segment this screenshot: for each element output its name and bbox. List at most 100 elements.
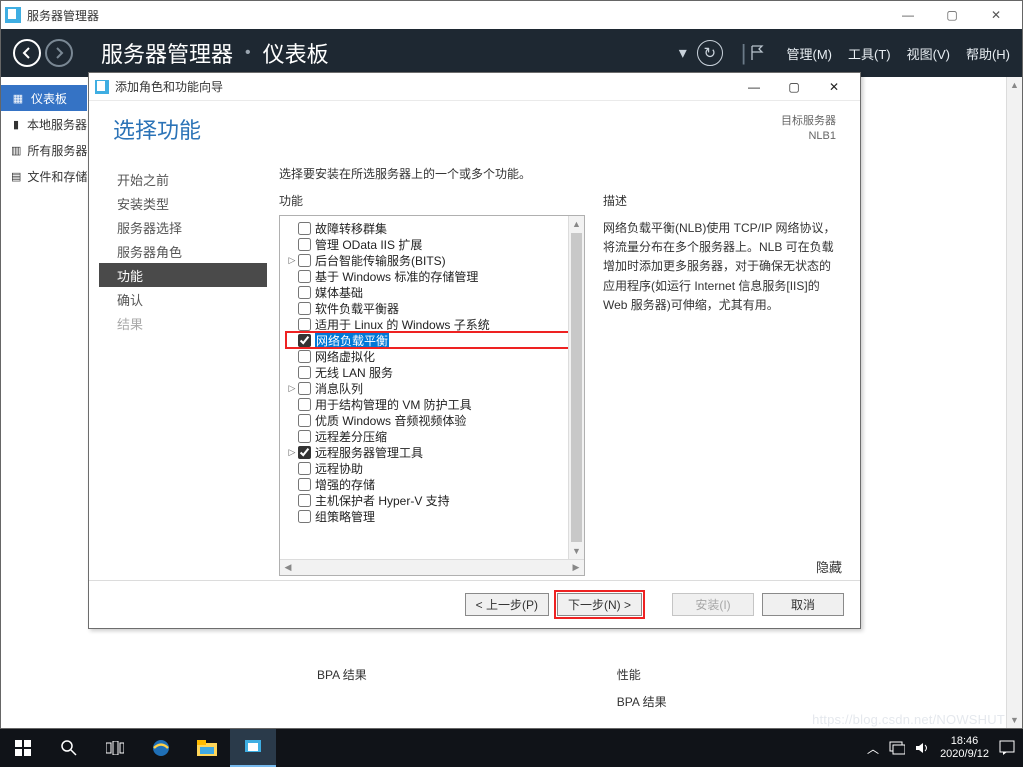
wizard-step[interactable]: 安装类型 bbox=[109, 191, 267, 215]
start-button[interactable] bbox=[0, 729, 46, 767]
wizard-prev-button[interactable]: < 上一步(P) bbox=[465, 593, 549, 616]
feature-item[interactable]: 媒体基础 bbox=[286, 284, 584, 300]
feature-checkbox[interactable] bbox=[298, 446, 311, 459]
feature-item[interactable]: ▷ 消息队列 bbox=[286, 380, 584, 396]
taskbar-clock[interactable]: 18:46 2020/9/12 bbox=[940, 735, 989, 760]
wizard-step[interactable]: 功能 bbox=[99, 263, 267, 287]
sidebar-item-local-server[interactable]: ▮ 本地服务器 bbox=[1, 111, 87, 137]
scroll-right-icon[interactable]: ▶ bbox=[568, 560, 584, 575]
feature-checkbox[interactable] bbox=[298, 430, 311, 443]
content-vertical-scrollbar[interactable]: ▲ ▼ bbox=[1006, 77, 1022, 728]
menu-help[interactable]: 帮助(H) bbox=[966, 44, 1010, 63]
outer-window-titlebar: 服务器管理器 — ▢ ✕ bbox=[1, 1, 1022, 29]
scroll-down-icon[interactable]: ▼ bbox=[569, 543, 584, 559]
menu-manage[interactable]: 管理(M) bbox=[787, 44, 833, 63]
feature-checkbox[interactable] bbox=[298, 382, 311, 395]
outer-maximize-button[interactable]: ▢ bbox=[930, 1, 974, 29]
wizard-step[interactable]: 服务器角色 bbox=[109, 239, 267, 263]
expander-icon[interactable]: ▷ bbox=[286, 447, 298, 458]
taskbar-date: 2020/9/12 bbox=[940, 748, 989, 761]
feature-item[interactable]: 用于结构管理的 VM 防护工具 bbox=[286, 396, 584, 412]
scroll-up-icon[interactable]: ▲ bbox=[569, 216, 584, 232]
sidebar-item-dashboard[interactable]: ▦ 仪表板 bbox=[1, 85, 87, 111]
wizard-next-button[interactable]: 下一步(N) > bbox=[557, 593, 642, 616]
menu-view[interactable]: 视图(V) bbox=[907, 44, 950, 63]
feature-label: 消息队列 bbox=[315, 380, 363, 397]
sidebar-item-label: 文件和存储服务 bbox=[27, 168, 87, 185]
taskbar-explorer-icon[interactable] bbox=[184, 729, 230, 767]
feature-label: 软件负载平衡器 bbox=[315, 300, 399, 317]
taskbar-server-manager-icon[interactable] bbox=[230, 729, 276, 767]
tray-chevron-up-icon[interactable]: ︿ bbox=[867, 740, 879, 757]
scroll-down-icon[interactable]: ▼ bbox=[1007, 712, 1022, 728]
breadcrumb-page[interactable]: 仪表板 bbox=[263, 37, 329, 69]
refresh-button[interactable]: ↻ bbox=[697, 40, 723, 66]
breadcrumb-root[interactable]: 服务器管理器 bbox=[101, 37, 233, 69]
wizard-step[interactable]: 开始之前 bbox=[109, 167, 267, 191]
feature-checkbox[interactable] bbox=[298, 366, 311, 379]
features-vertical-scrollbar[interactable]: ▲ ▼ bbox=[568, 216, 584, 559]
menu-tools[interactable]: 工具(T) bbox=[848, 44, 891, 63]
feature-item[interactable]: 无线 LAN 服务 bbox=[286, 364, 584, 380]
tray-volume-icon[interactable] bbox=[915, 741, 930, 755]
feature-checkbox[interactable] bbox=[298, 478, 311, 491]
wizard-close-button[interactable]: ✕ bbox=[814, 73, 854, 101]
feature-checkbox[interactable] bbox=[298, 494, 311, 507]
feature-item[interactable]: 网络虚拟化 bbox=[286, 348, 584, 364]
feature-item[interactable]: ▷后台智能传输服务(BITS) bbox=[286, 252, 584, 268]
notifications-flag-icon[interactable] bbox=[749, 43, 771, 63]
feature-checkbox[interactable] bbox=[298, 398, 311, 411]
feature-checkbox[interactable] bbox=[298, 318, 311, 331]
dropdown-icon[interactable]: ▾ bbox=[679, 43, 687, 63]
feature-item[interactable]: 远程差分压缩 bbox=[286, 428, 584, 444]
tray-network-icon[interactable] bbox=[889, 741, 905, 755]
taskbar-ie-icon[interactable] bbox=[138, 729, 184, 767]
outer-close-button[interactable]: ✕ bbox=[974, 1, 1018, 29]
expander-icon[interactable]: ▷ bbox=[286, 383, 298, 394]
nav-forward-button[interactable] bbox=[45, 39, 73, 67]
expander-icon[interactable]: ▷ bbox=[286, 255, 298, 266]
wizard-minimize-button[interactable]: — bbox=[734, 73, 774, 101]
feature-checkbox[interactable] bbox=[298, 238, 311, 251]
feature-label: 主机保护者 Hyper-V 支持 bbox=[315, 492, 450, 509]
outer-minimize-button[interactable]: — bbox=[886, 1, 930, 29]
feature-item[interactable]: 故障转移群集 bbox=[286, 220, 584, 236]
wizard-cancel-button[interactable]: 取消 bbox=[762, 593, 844, 616]
feature-item[interactable]: 网络负载平衡 bbox=[286, 332, 584, 348]
feature-item[interactable]: 组策略管理 bbox=[286, 508, 584, 524]
features-horizontal-scrollbar[interactable]: ◀ ▶ bbox=[280, 559, 584, 575]
feature-checkbox[interactable] bbox=[298, 462, 311, 475]
feature-checkbox[interactable] bbox=[298, 334, 311, 347]
feature-item[interactable]: 管理 OData IIS 扩展 bbox=[286, 236, 584, 252]
hide-button[interactable]: 隐藏 bbox=[816, 557, 842, 576]
feature-item[interactable]: 优质 Windows 音频视频体验 bbox=[286, 412, 584, 428]
sidebar-item-file-storage[interactable]: ▤ 文件和存储服务 bbox=[1, 163, 87, 189]
feature-item[interactable]: ▷远程服务器管理工具 bbox=[286, 444, 584, 460]
feature-item[interactable]: 适用于 Linux 的 Windows 子系统 bbox=[286, 316, 584, 332]
search-button[interactable] bbox=[46, 729, 92, 767]
tray-action-center-icon[interactable] bbox=[999, 740, 1015, 756]
feature-item[interactable]: 增强的存储 bbox=[286, 476, 584, 492]
nav-back-button[interactable] bbox=[13, 39, 41, 67]
feature-checkbox[interactable] bbox=[298, 286, 311, 299]
feature-checkbox[interactable] bbox=[298, 350, 311, 363]
wizard-step[interactable]: 确认 bbox=[109, 287, 267, 311]
feature-checkbox[interactable] bbox=[298, 254, 311, 267]
feature-item[interactable]: 基于 Windows 标准的存储管理 bbox=[286, 268, 584, 284]
feature-description: 网络负载平衡(NLB)使用 TCP/IP 网络协议，将流量分布在多个服务器上。N… bbox=[603, 219, 842, 315]
scroll-up-icon[interactable]: ▲ bbox=[1007, 77, 1022, 93]
feature-item[interactable]: 远程协助 bbox=[286, 460, 584, 476]
wizard-maximize-button[interactable]: ▢ bbox=[774, 73, 814, 101]
wizard-step: 结果 bbox=[109, 311, 267, 335]
task-view-button[interactable] bbox=[92, 729, 138, 767]
feature-checkbox[interactable] bbox=[298, 222, 311, 235]
feature-checkbox[interactable] bbox=[298, 414, 311, 427]
feature-checkbox[interactable] bbox=[298, 302, 311, 315]
feature-checkbox[interactable] bbox=[298, 510, 311, 523]
wizard-step[interactable]: 服务器选择 bbox=[109, 215, 267, 239]
scroll-left-icon[interactable]: ◀ bbox=[280, 560, 296, 575]
sidebar-item-all-servers[interactable]: ▥ 所有服务器 bbox=[1, 137, 87, 163]
feature-checkbox[interactable] bbox=[298, 270, 311, 283]
feature-item[interactable]: 主机保护者 Hyper-V 支持 bbox=[286, 492, 584, 508]
feature-item[interactable]: 软件负载平衡器 bbox=[286, 300, 584, 316]
